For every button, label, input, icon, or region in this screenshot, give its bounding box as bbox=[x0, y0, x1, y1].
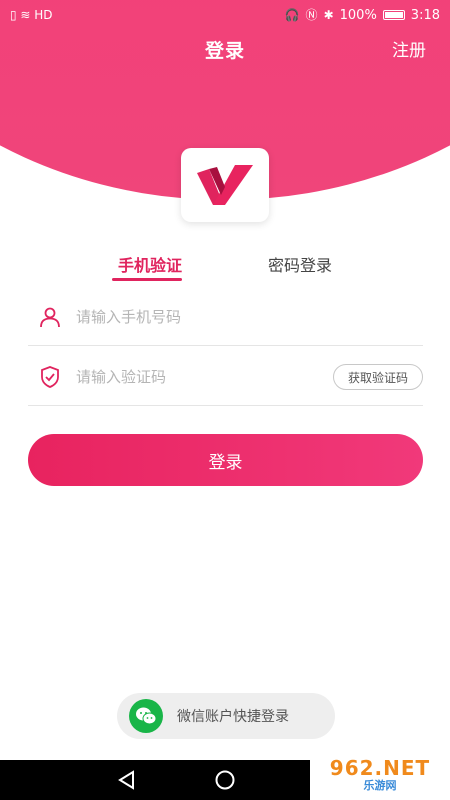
watermark-sub: 乐游网 bbox=[363, 779, 397, 792]
status-bar: ▯ ≋ HD 🎧 Ⓝ ✱ 100% 3:18 bbox=[0, 0, 450, 30]
title-bar: 登录 注册 bbox=[0, 30, 450, 66]
v-logo-icon bbox=[197, 165, 253, 205]
get-code-button[interactable]: 获取验证码 bbox=[333, 364, 423, 390]
wechat-icon bbox=[129, 699, 163, 733]
battery-percent: 100% bbox=[339, 7, 377, 23]
wechat-login-button[interactable]: 微信账户快捷登录 bbox=[117, 693, 335, 739]
battery-icon bbox=[382, 10, 405, 20]
phone-field bbox=[28, 288, 423, 346]
code-input[interactable] bbox=[76, 362, 316, 392]
back-triangle-icon[interactable] bbox=[115, 768, 139, 792]
tab-phone-verify[interactable]: 手机验证 bbox=[110, 252, 190, 276]
tab-password-login[interactable]: 密码登录 bbox=[258, 252, 342, 276]
status-left: ▯ ≋ HD bbox=[10, 9, 53, 21]
status-icons: ▯ ≋ HD bbox=[10, 8, 53, 22]
shield-check-icon bbox=[41, 366, 59, 388]
user-icon bbox=[40, 307, 60, 328]
wechat-login-label: 微信账户快捷登录 bbox=[177, 709, 289, 725]
page-title: 登录 bbox=[204, 40, 245, 62]
nfc-icon: Ⓝ bbox=[305, 8, 318, 22]
headset-icon: 🎧 bbox=[284, 8, 300, 22]
app-logo bbox=[181, 148, 269, 222]
watermark-brand: 962.NET bbox=[329, 756, 431, 780]
status-right: 🎧 Ⓝ ✱ 100% 3:18 bbox=[285, 8, 440, 23]
active-tab-indicator bbox=[112, 278, 182, 281]
home-circle-icon[interactable] bbox=[213, 768, 237, 792]
bluetooth-icon: ✱ bbox=[323, 8, 334, 22]
phone-input[interactable] bbox=[76, 302, 316, 332]
status-time: 3:18 bbox=[410, 7, 440, 23]
login-tabs: 手机验证 密码登录 bbox=[0, 252, 450, 286]
login-button[interactable]: 登录 bbox=[28, 434, 423, 486]
site-watermark: 962.NET 乐游网 bbox=[310, 750, 450, 800]
code-field: 获取验证码 bbox=[28, 348, 423, 406]
register-link[interactable]: 注册 bbox=[392, 36, 426, 61]
